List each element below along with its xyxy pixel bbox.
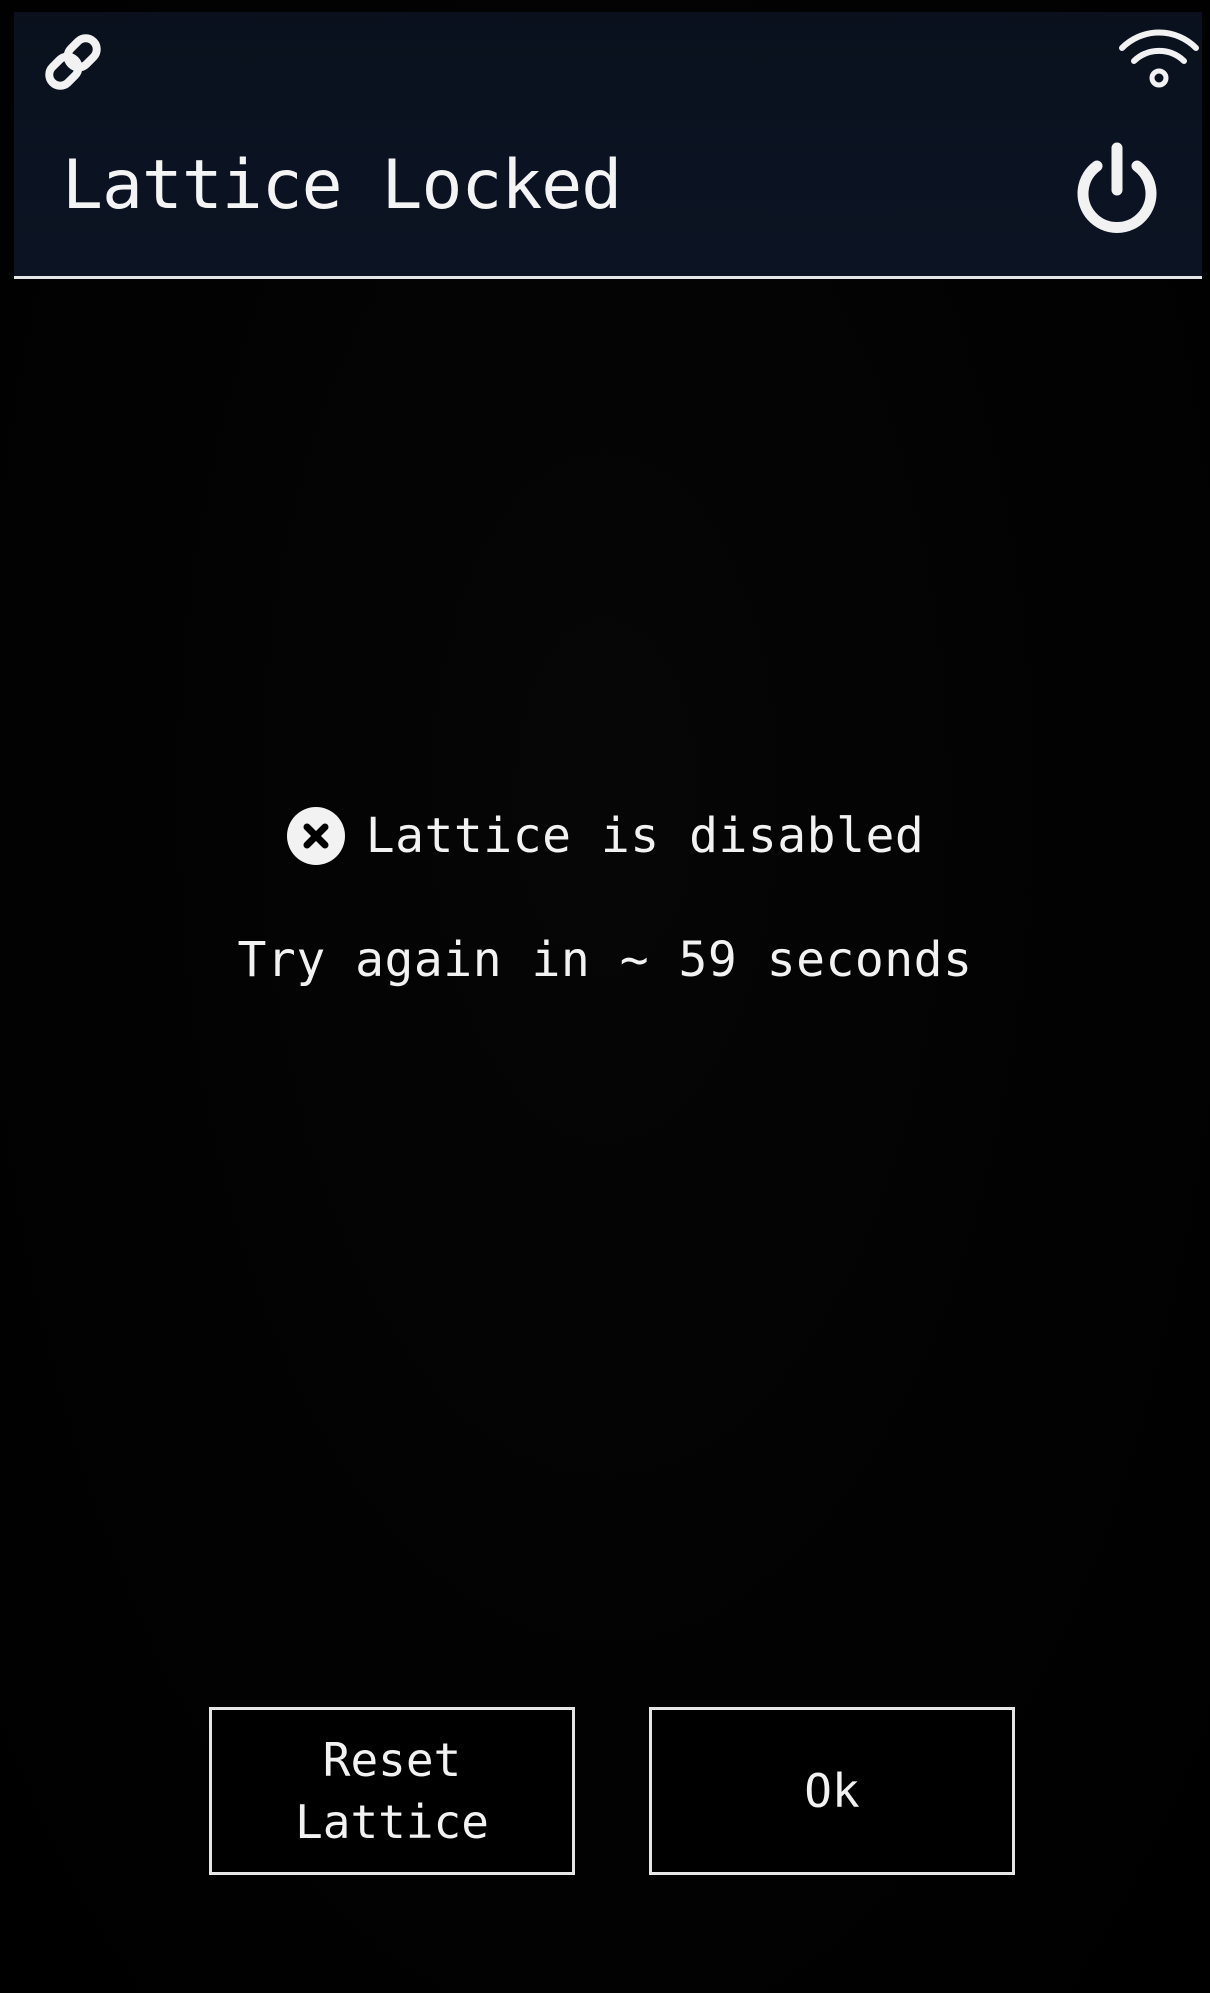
page-title: Lattice Locked — [62, 146, 622, 225]
error-x-circle-icon — [286, 807, 345, 865]
lock-screen: Lattice Locked Lattice is disabled Try a… — [0, 0, 1210, 1993]
power-icon[interactable] — [1066, 140, 1168, 242]
retry-countdown-text: Try again in ~ 59 seconds — [237, 932, 973, 988]
header-bar: Lattice Locked — [14, 12, 1202, 276]
wifi-icon — [1119, 29, 1199, 88]
reset-lattice-button[interactable]: Reset Lattice — [209, 1707, 575, 1875]
header-divider — [14, 276, 1202, 279]
ok-button-label: Ok — [804, 1764, 860, 1818]
reset-button-label-line1: Reset — [322, 1733, 462, 1787]
link-icon — [45, 34, 101, 90]
status-message: Lattice is disabled — [0, 806, 1210, 866]
ok-button[interactable]: Ok — [649, 1707, 1015, 1875]
reset-button-label-line2: Lattice — [295, 1795, 489, 1849]
status-text: Lattice is disabled — [365, 808, 925, 864]
